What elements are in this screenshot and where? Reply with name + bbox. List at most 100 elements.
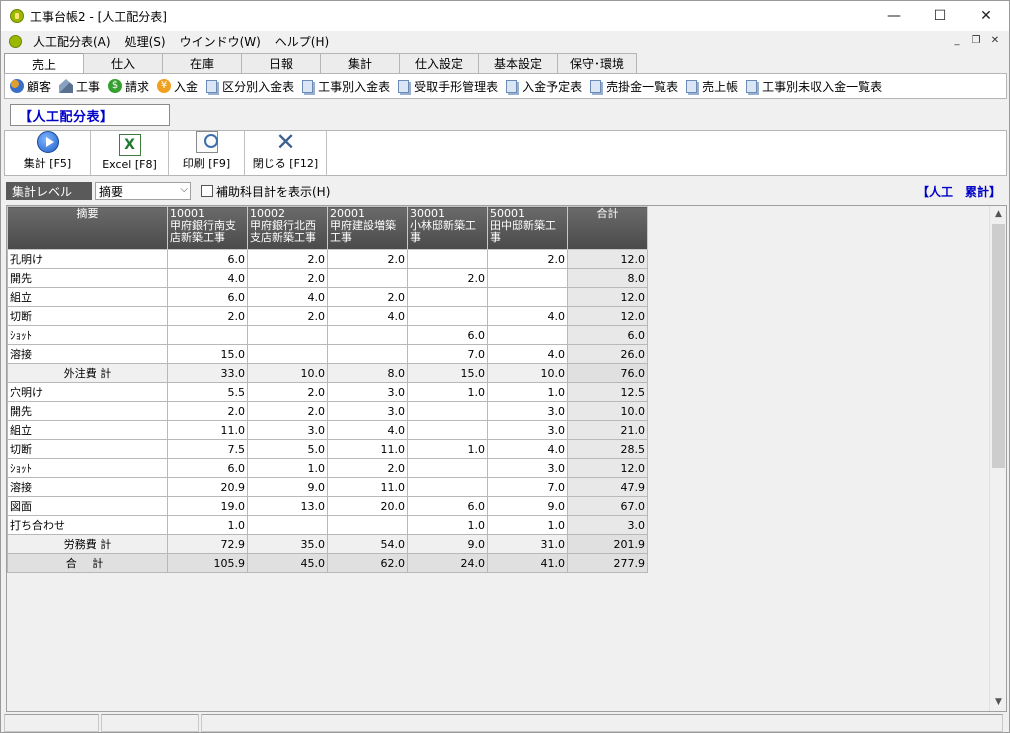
table-row[interactable]: 組立 6.0 4.0 2.0 12.0 — [7, 287, 648, 307]
grid-cell[interactable]: 54.0 — [327, 534, 408, 554]
scroll-down-icon[interactable]: ▼ — [990, 694, 1006, 711]
quick-construction[interactable]: 工事 — [59, 78, 100, 95]
minimize-button[interactable]: — — [871, 1, 917, 31]
grid-cell[interactable] — [327, 515, 408, 535]
grid-cell[interactable]: 4.0 — [327, 420, 408, 440]
table-row[interactable]: ｼｮｯﾄ 6.0 6.0 — [7, 325, 648, 345]
tab-basic-settings[interactable]: 基本設定 — [478, 53, 558, 73]
grid-cell[interactable] — [407, 287, 488, 307]
quick-category-payment[interactable]: 区分別入金表 — [206, 78, 294, 95]
grid-cell[interactable]: 11.0 — [167, 420, 248, 440]
level-select[interactable]: 摘要 ⌵ — [95, 182, 191, 200]
tab-purchase-settings[interactable]: 仕入設定 — [399, 53, 479, 73]
grid-cell[interactable]: 2.0 — [247, 306, 328, 326]
grid-cell[interactable]: 3.0 — [247, 420, 328, 440]
grid-cell[interactable]: 41.0 — [487, 553, 568, 573]
grid-cell[interactable]: 3.0 — [487, 458, 568, 478]
table-row[interactable]: 開先 2.0 2.0 3.0 3.0 10.0 — [7, 401, 648, 421]
subtotal-row[interactable]: 外注費 計 33.0 10.0 8.0 15.0 10.0 76.0 — [7, 363, 648, 383]
grid-cell[interactable]: 15.0 — [407, 363, 488, 383]
grid-cell[interactable] — [487, 287, 568, 307]
grid-cell[interactable]: 2.0 — [327, 458, 408, 478]
table-row[interactable]: 組立 11.0 3.0 4.0 3.0 21.0 — [7, 420, 648, 440]
grid-cell[interactable] — [487, 325, 568, 345]
grid-cell[interactable] — [327, 268, 408, 288]
grid-cell[interactable]: 6.0 — [407, 325, 488, 345]
grid-cell[interactable] — [327, 325, 408, 345]
grid-cell[interactable]: 2.0 — [167, 306, 248, 326]
header-project-20001[interactable]: 20001 甲府建設増築工事 — [327, 206, 408, 250]
tab-purchase[interactable]: 仕入 — [83, 53, 163, 73]
grid-cell[interactable]: 4.0 — [487, 306, 568, 326]
grid-cell[interactable]: 4.0 — [247, 287, 328, 307]
subtotal-row[interactable]: 労務費 計 72.9 35.0 54.0 9.0 31.0 201.9 — [7, 534, 648, 554]
grid-cell[interactable]: 31.0 — [487, 534, 568, 554]
grid-cell[interactable]: 19.0 — [167, 496, 248, 516]
grid-cell[interactable]: 10.0 — [487, 363, 568, 383]
grid-cell[interactable]: 33.0 — [167, 363, 248, 383]
table-row[interactable]: 孔明け 6.0 2.0 2.0 2.0 12.0 — [7, 249, 648, 269]
close-button[interactable]: ✕ — [963, 1, 1009, 31]
close-form-button[interactable]: ✕ 閉じる [F12] — [245, 130, 327, 175]
header-project-10001[interactable]: 10001 甲府銀行南支店新築工事 — [167, 206, 248, 250]
table-row[interactable]: 穴明け 5.5 2.0 3.0 1.0 1.0 12.5 — [7, 382, 648, 402]
header-total[interactable]: 合計 — [567, 206, 648, 250]
grid-cell[interactable]: 5.0 — [247, 439, 328, 459]
table-row[interactable]: 打ち合わせ 1.0 1.0 1.0 3.0 — [7, 515, 648, 535]
grid-cell[interactable] — [247, 325, 328, 345]
grid-cell[interactable]: 6.0 — [167, 458, 248, 478]
grid-cell[interactable] — [407, 477, 488, 497]
grid-cell[interactable]: 9.0 — [487, 496, 568, 516]
grid-cell[interactable]: 4.0 — [487, 439, 568, 459]
menu-item-process[interactable]: 処理(S) — [118, 33, 173, 50]
grid-cell[interactable]: 9.0 — [247, 477, 328, 497]
grid-cell[interactable]: 1.0 — [487, 515, 568, 535]
grid-cell[interactable]: 2.0 — [167, 401, 248, 421]
grid-cell[interactable]: 1.0 — [247, 458, 328, 478]
table-row[interactable]: 切断 2.0 2.0 4.0 4.0 12.0 — [7, 306, 648, 326]
table-row[interactable]: 開先 4.0 2.0 2.0 8.0 — [7, 268, 648, 288]
grid-cell[interactable] — [407, 249, 488, 269]
grid-cell[interactable]: 2.0 — [487, 249, 568, 269]
grid-cell[interactable] — [407, 458, 488, 478]
table-row[interactable]: 溶接 20.9 9.0 11.0 7.0 47.9 — [7, 477, 648, 497]
menu-item-help[interactable]: ヘルプ(H) — [268, 33, 336, 50]
mdi-restore-button[interactable]: ❐ — [968, 33, 984, 47]
grid-cell[interactable]: 9.0 — [407, 534, 488, 554]
quick-sales-ledger[interactable]: 売上帳 — [686, 78, 738, 95]
grid-cell[interactable]: 2.0 — [247, 249, 328, 269]
print-button[interactable]: 印刷 [F9] — [169, 131, 245, 175]
grid-cell[interactable]: 7.0 — [407, 344, 488, 364]
grid-cell[interactable]: 72.9 — [167, 534, 248, 554]
menu-item-allocation[interactable]: 人工配分表(A) — [26, 33, 118, 50]
grid-cell[interactable]: 7.5 — [167, 439, 248, 459]
quick-bills-receivable[interactable]: 受取手形管理表 — [398, 78, 498, 95]
grid-cell[interactable] — [407, 420, 488, 440]
table-row[interactable]: 溶接 15.0 7.0 4.0 26.0 — [7, 344, 648, 364]
mdi-close-button[interactable]: ✕ — [987, 33, 1003, 47]
grid-cell[interactable]: 6.0 — [167, 249, 248, 269]
grid-cell[interactable]: 4.0 — [167, 268, 248, 288]
header-summary[interactable]: 摘要 — [7, 206, 168, 250]
grand-total-row[interactable]: 合 計 105.9 45.0 62.0 24.0 41.0 277.9 — [7, 553, 648, 573]
maximize-button[interactable]: ☐ — [917, 1, 963, 31]
tab-aggregate[interactable]: 集計 — [320, 53, 400, 73]
tab-maintenance[interactable]: 保守･環境 — [557, 53, 637, 73]
grid-cell[interactable]: 6.0 — [407, 496, 488, 516]
mdi-minimize-button[interactable]: _ — [949, 33, 965, 47]
header-project-50001[interactable]: 50001 田中邸新築工事 — [487, 206, 568, 250]
menu-item-window[interactable]: ウインドウ(W) — [173, 33, 268, 50]
table-row[interactable]: ｼｮｯﾄ 6.0 1.0 2.0 3.0 12.0 — [7, 458, 648, 478]
grid-cell[interactable]: 1.0 — [167, 515, 248, 535]
quick-billing[interactable]: $ 請求 — [108, 78, 149, 95]
scroll-thumb[interactable] — [992, 224, 1005, 468]
grid-cell[interactable]: 20.9 — [167, 477, 248, 497]
excel-button[interactable]: X Excel [F8] — [91, 131, 169, 175]
table-row[interactable]: 図面 19.0 13.0 20.0 6.0 9.0 67.0 — [7, 496, 648, 516]
grid-cell[interactable]: 2.0 — [407, 268, 488, 288]
header-project-10002[interactable]: 10002 甲府銀行北西支店新築工事 — [247, 206, 328, 250]
grid-cell[interactable]: 4.0 — [487, 344, 568, 364]
table-row[interactable]: 切断 7.5 5.0 11.0 1.0 4.0 28.5 — [7, 439, 648, 459]
grid-cell[interactable]: 2.0 — [247, 382, 328, 402]
tab-sales[interactable]: 売上 — [4, 53, 84, 74]
